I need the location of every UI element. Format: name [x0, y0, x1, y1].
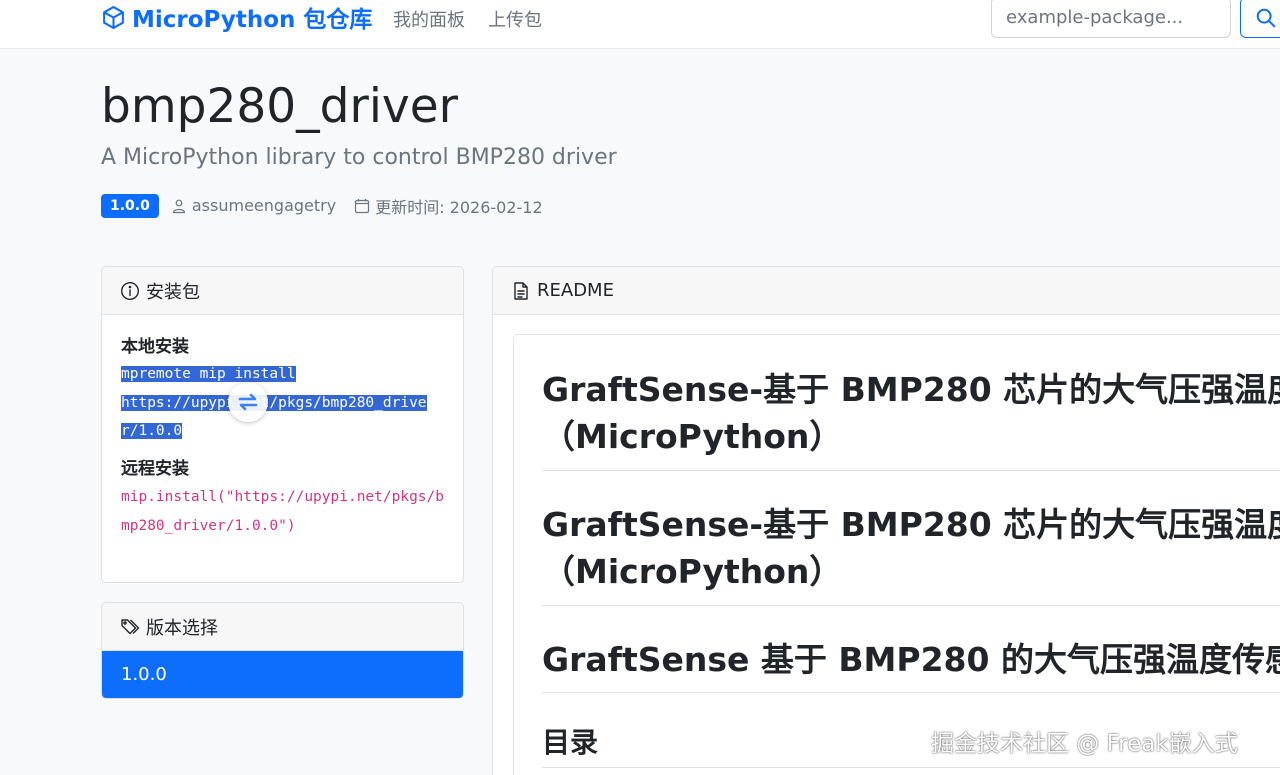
package-meta: 1.0.0 assumeengagetry 更新时间: 2026-02-12 [101, 193, 543, 218]
local-command-line-3: r/1.0.0 [121, 423, 183, 439]
version-item-active[interactable]: 1.0.0 [102, 651, 463, 698]
search-icon [1256, 8, 1276, 27]
navbar: MicroPython 包仓库 我的面板 上传包 [0, 0, 1280, 49]
box-icon [103, 5, 124, 29]
install-card-title: 安装包 [146, 281, 200, 303]
heading-divider [542, 470, 1280, 471]
updated-date: 更新时间: 2026-02-12 [375, 197, 543, 217]
info-circle-icon [120, 281, 140, 300]
readme-toc-heading: 目录 [542, 726, 599, 759]
watermark: 掘金技术社区 @ Freak嵌入式 [931, 731, 1238, 757]
version-card-title: 版本选择 [146, 617, 218, 639]
readme-card-header: README [493, 267, 1280, 315]
updated-meta: 更新时间: 2026-02-12 [354, 194, 543, 218]
package-description: A MicroPython library to control BMP280 … [101, 145, 617, 170]
local-install-command[interactable]: mpremote mip install https://upypi.net/p… [121, 360, 451, 446]
version-card: 版本选择 1.0.0 [101, 602, 464, 699]
readme-card-title: README [537, 280, 614, 301]
brand-text: MicroPython 包仓库 [132, 7, 373, 33]
nav-upload-link[interactable]: 上传包 [488, 6, 542, 32]
remote-install-command[interactable]: mip.install("https://upypi.net/pkgs/bmp2… [121, 483, 451, 541]
author-name: assumeengagetry [191, 196, 337, 215]
readme-heading-1: GraftSense-基于 BMP280 芯片的大气压强温度 （MicroPyt… [542, 370, 1280, 456]
readme-card: README GraftSense-基于 BMP280 芯片的大气压强温度 （M… [492, 266, 1280, 775]
search-input[interactable] [991, 0, 1231, 38]
remote-install-label: 远程安装 [121, 458, 189, 479]
package-title: bmp280_driver [101, 79, 458, 134]
search-button[interactable] [1240, 0, 1280, 38]
swap-arrows-icon [238, 393, 258, 411]
local-install-label: 本地安装 [121, 337, 189, 357]
heading-divider [542, 605, 1280, 606]
local-command-line-1: mpremote mip install [121, 366, 296, 382]
install-card: 安装包 本地安装 mpremote mip install https://up… [101, 266, 464, 583]
local-command-line-2: https://upypi.net/pkgs/bmp280_drive [121, 394, 427, 411]
readme-heading-2: GraftSense-基于 BMP280 芯片的大气压强温度 （MicroPyt… [542, 505, 1280, 591]
brand-link[interactable]: MicroPython 包仓库 [101, 3, 373, 33]
readme-content: GraftSense-基于 BMP280 芯片的大气压强温度 （MicroPyt… [513, 334, 1280, 775]
install-card-header: 安装包 [102, 267, 463, 315]
readme-heading-3: GraftSense 基于 BMP280 的大气压强温度传感器 [542, 640, 1280, 679]
file-text-icon [514, 281, 528, 300]
tags-icon [121, 618, 140, 634]
translate-overlay-button[interactable] [228, 382, 268, 422]
person-icon [172, 199, 185, 213]
author-meta: assumeengagetry [171, 196, 336, 215]
heading-divider [542, 767, 1280, 768]
nav-dashboard-link[interactable]: 我的面板 [393, 6, 465, 32]
calendar-icon [355, 198, 370, 213]
version-card-header: 版本选择 [102, 603, 463, 651]
version-badge: 1.0.0 [101, 193, 159, 218]
heading-divider [542, 692, 1280, 693]
